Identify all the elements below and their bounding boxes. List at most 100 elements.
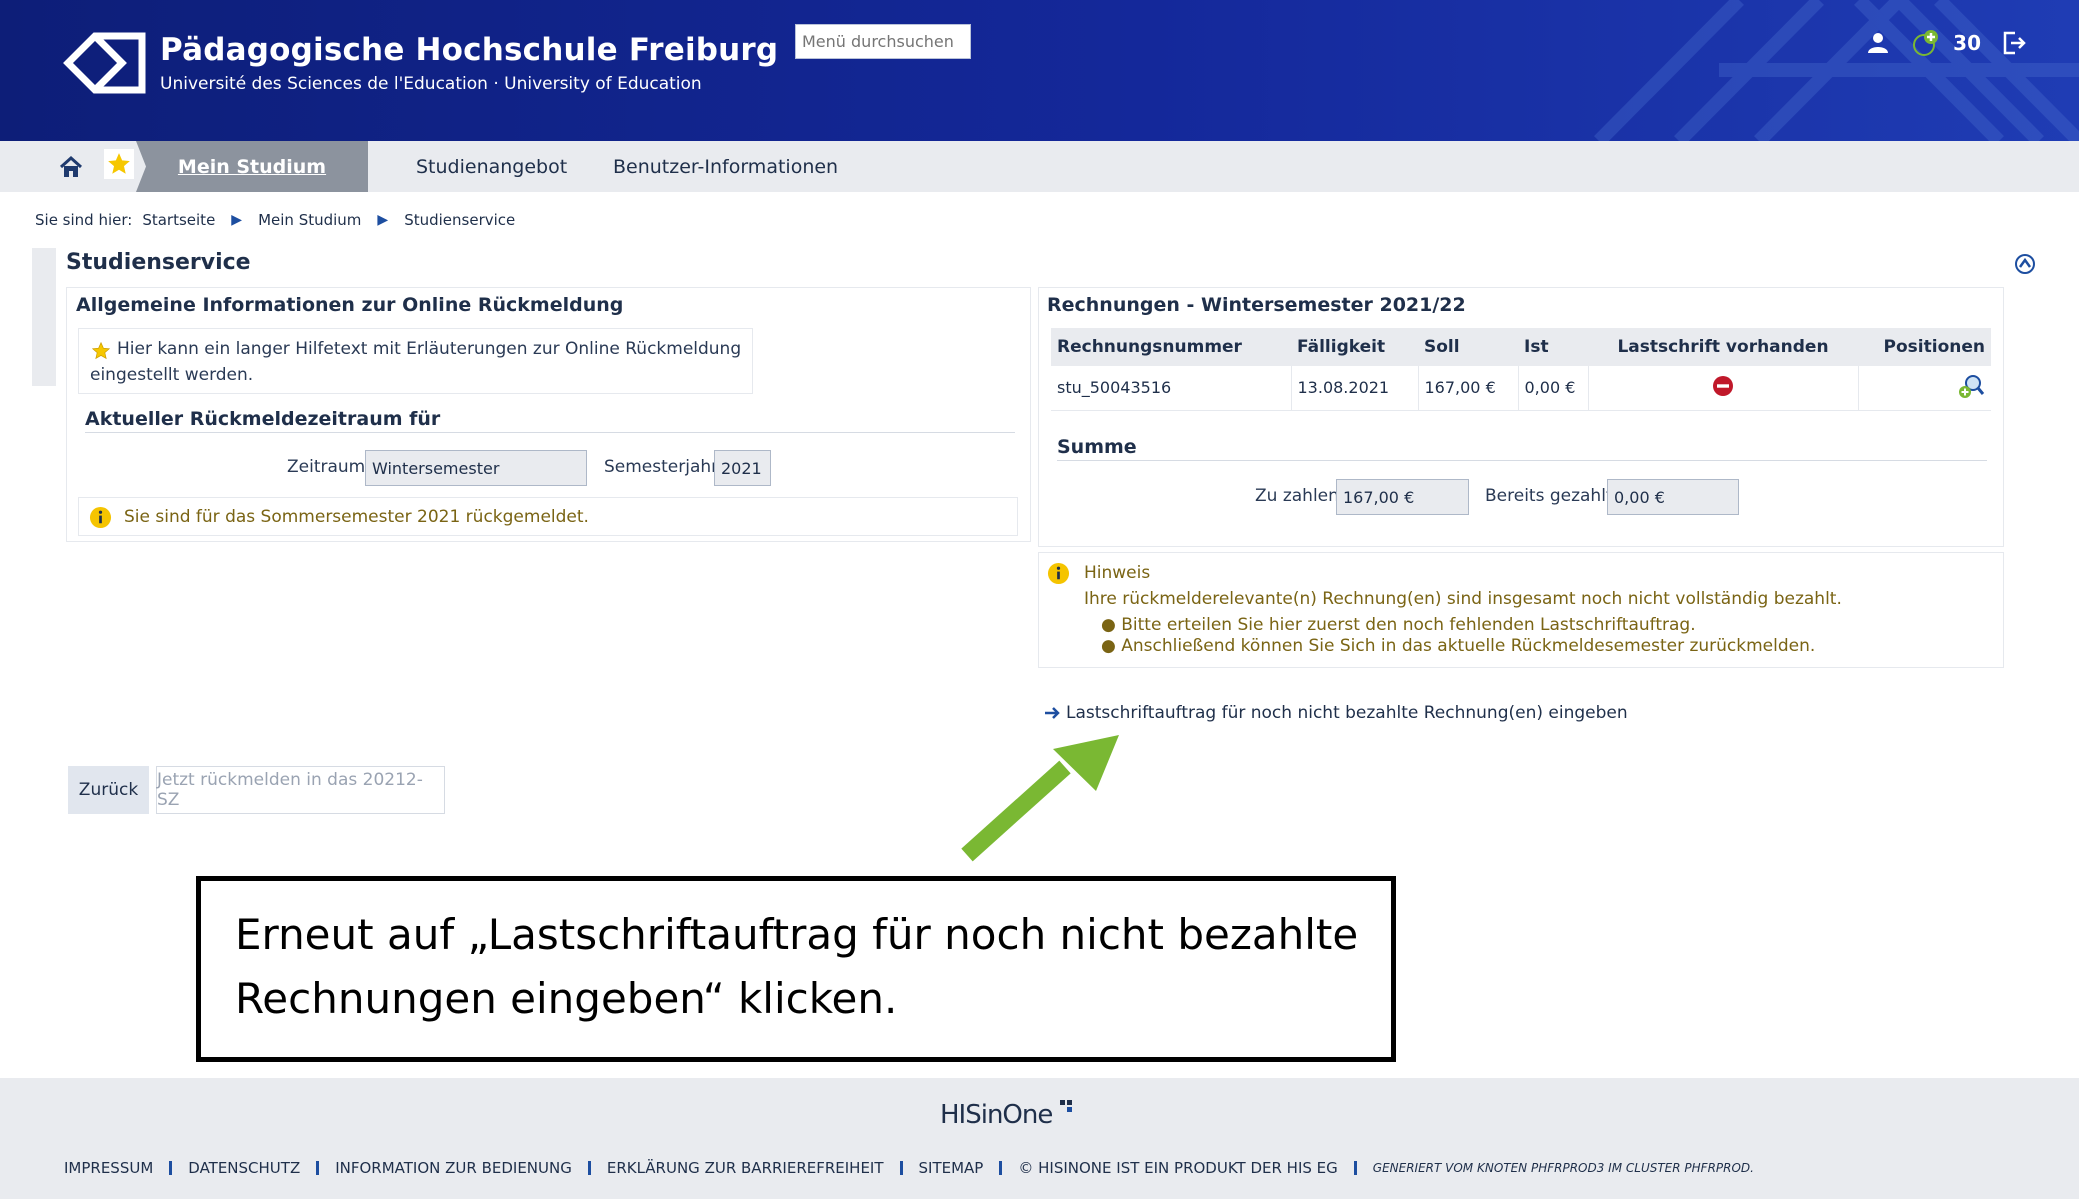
page: Pädagogische Hochschule Freiburg Univers… — [0, 0, 2079, 1199]
divider — [85, 432, 1015, 433]
footer-link-sitemap[interactable]: SITEMAP — [919, 1159, 984, 1177]
back-button[interactable]: Zurück — [68, 766, 149, 814]
info-icon — [1047, 562, 1070, 585]
invoice-table: Rechnungsnummer Fälligkeit Soll Ist Last… — [1051, 328, 1991, 411]
separator — [587, 1161, 591, 1175]
registered-info-text: Sie sind für das Sommersemester 2021 rüc… — [124, 507, 589, 527]
hinweis-bullet: ● Bitte erteilen Sie hier zuerst den noc… — [1101, 615, 1696, 635]
user-icon[interactable] — [1863, 28, 1893, 58]
lastschrift-link[interactable]: Lastschriftauftrag für noch nicht bezahl… — [1066, 703, 1628, 723]
semesterjahr-label: Semesterjahr — [604, 457, 719, 477]
breadcrumb-item-studienservice: Studienservice — [404, 211, 516, 229]
divider — [1057, 460, 1987, 461]
hinweis-bullet-text: Anschließend können Sie Sich in das aktu… — [1121, 636, 1816, 656]
brand-title: Pädagogische Hochschule Freiburg — [160, 32, 779, 68]
cell-soll: 167,00 € — [1418, 366, 1519, 411]
footer-link-impressum[interactable]: IMPRESSUM — [64, 1159, 153, 1177]
footer-logo-text: HISinOne — [940, 1100, 1053, 1130]
cell-due: 13.08.2021 — [1291, 366, 1419, 411]
show-positions-icon[interactable] — [1957, 372, 1985, 400]
separator — [316, 1161, 320, 1175]
menu-search-input[interactable] — [795, 24, 971, 59]
col-soll[interactable]: Soll — [1418, 328, 1518, 366]
footer-link-bedienung[interactable]: INFORMATION ZUR BEDIENUNG — [335, 1159, 572, 1177]
side-toggle-strip[interactable] — [32, 248, 56, 386]
zeitraum-field[interactable]: Wintersemester — [365, 450, 587, 486]
help-star-icon — [91, 341, 111, 360]
info-panel-title: Allgemeine Informationen zur Online Rück… — [76, 294, 624, 316]
footer-link-his[interactable]: © HISINONE IST EIN PRODUKT DER HIS EG — [1018, 1159, 1337, 1177]
hinweis-text: Ihre rückmelderelevante(n) Rechnung(en) … — [1084, 589, 1842, 609]
col-ist[interactable]: Ist — [1518, 328, 1588, 366]
breadcrumb-prefix: Sie sind hier: — [35, 211, 133, 229]
nav-tab-studienangebot[interactable]: Studienangebot — [416, 141, 567, 192]
semesterjahr-field[interactable]: 2021 — [714, 450, 771, 486]
brand-subtitle: Université des Sciences de l'Education ·… — [160, 74, 702, 94]
help-box: Hier kann ein langer Hilfetext mit Erläu… — [78, 328, 753, 394]
notification-add-icon[interactable] — [1911, 28, 1941, 58]
notification-count: 30 — [1953, 31, 1981, 55]
registered-info-box: Sie sind für das Sommersemester 2021 rüc… — [78, 497, 1018, 536]
separator — [999, 1161, 1003, 1175]
hinweis-bullet-text: Bitte erteilen Sie hier zuerst den noch … — [1121, 615, 1696, 635]
nav-tab-benutzer-informationen[interactable]: Benutzer-Informationen — [613, 141, 838, 192]
header: Pädagogische Hochschule Freiburg Univers… — [0, 0, 2079, 141]
help-text-line1: Hier kann ein langer Hilfetext mit Erläu… — [117, 339, 742, 359]
hinweis-bullet: ● Anschließend können Sie Sich in das ak… — [1101, 636, 1816, 656]
logout-icon[interactable] — [1999, 28, 2029, 58]
arrow-right-icon — [1045, 707, 1060, 719]
chevron-right-icon: ▶ — [377, 212, 389, 228]
table-row: stu_50043516 13.08.2021 167,00 € 0,00 € — [1051, 366, 1991, 411]
period-title: Aktueller Rückmeldezeitraum für — [85, 408, 441, 430]
no-debit-stop-icon — [1713, 375, 1733, 396]
invoice-panel: Rechnungen - Wintersemester 2021/22 Rech… — [1038, 287, 2004, 547]
help-text-line2: eingestellt werden. — [90, 365, 254, 385]
col-rechnungsnummer[interactable]: Rechnungsnummer — [1051, 328, 1291, 366]
breadcrumb: Sie sind hier: Startseite ▶ Mein Studium… — [35, 211, 515, 229]
hinweis-title: Hinweis — [1084, 563, 1151, 583]
footer-link-datenschutz[interactable]: DATENSCHUTZ — [188, 1159, 300, 1177]
breadcrumb-item-startseite[interactable]: Startseite — [142, 211, 215, 229]
invoice-panel-title: Rechnungen - Wintersemester 2021/22 — [1047, 294, 1466, 316]
cell-positionen — [1858, 366, 1991, 411]
col-lastschrift[interactable]: Lastschrift vorhanden — [1588, 328, 1858, 366]
separator — [1353, 1161, 1357, 1175]
separator — [899, 1161, 903, 1175]
info-panel: Allgemeine Informationen zur Online Rück… — [66, 287, 1031, 542]
cell-lastschrift — [1588, 366, 1859, 411]
sum-title: Summe — [1057, 436, 1137, 458]
zu-zahlen-field[interactable]: 167,00 € — [1336, 479, 1469, 515]
header-icons: 30 — [1863, 28, 2029, 58]
separator — [169, 1161, 173, 1175]
chevron-right-icon: ▶ — [231, 212, 243, 228]
nav-tab-mein-studium[interactable]: Mein Studium — [136, 141, 368, 192]
col-faelligkeit[interactable]: Fälligkeit — [1291, 328, 1418, 366]
logo-dots-icon — [1059, 1100, 1072, 1112]
footer-link-barrierefreiheit[interactable]: ERKLÄRUNG ZUR BARRIEREFREIHEIT — [607, 1159, 884, 1177]
favorites-star-icon[interactable] — [104, 149, 134, 179]
register-button[interactable]: Jetzt rückmelden in das 20212-SZ — [156, 766, 445, 814]
main-nav: Mein Studium Studienangebot Benutzer-Inf… — [0, 141, 2079, 192]
logo-icon[interactable] — [62, 30, 148, 96]
instruction-callout: Erneut auf „Lastschriftauftrag für noch … — [196, 876, 1396, 1062]
cell-ist: 0,00 € — [1518, 366, 1589, 411]
footer-generated: GENERIERT VOM KNOTEN PHFRPROD3 IM CLUSTE… — [1372, 1161, 1754, 1175]
hinweis-box: Hinweis Ihre rückmelderelevante(n) Rechn… — [1038, 552, 2004, 668]
footer: HISinOne IMPRESSUM DATENSCHUTZ INFORMATI… — [0, 1078, 2079, 1199]
hisinone-logo: HISinOne — [940, 1100, 1074, 1130]
footer-links: IMPRESSUM DATENSCHUTZ INFORMATION ZUR BE… — [64, 1159, 1754, 1177]
table-header-row: Rechnungsnummer Fälligkeit Soll Ist Last… — [1051, 328, 1991, 366]
collapse-icon[interactable] — [2014, 253, 2036, 275]
home-icon[interactable] — [58, 154, 84, 180]
header-pattern — [1594, 0, 2079, 141]
page-title: Studienservice — [66, 250, 251, 275]
breadcrumb-item-mein-studium[interactable]: Mein Studium — [258, 211, 361, 229]
info-icon — [89, 506, 112, 529]
cell-number: stu_50043516 — [1051, 366, 1292, 411]
bereits-gezahlt-label: Bereits gezahlt — [1485, 486, 1613, 506]
zu-zahlen-label: Zu zahlen — [1255, 486, 1339, 506]
green-arrow-annotation — [961, 735, 1119, 862]
zeitraum-label: Zeitraum — [287, 457, 366, 477]
col-positionen[interactable]: Positionen — [1858, 328, 1991, 366]
bereits-gezahlt-field[interactable]: 0,00 € — [1607, 479, 1739, 515]
